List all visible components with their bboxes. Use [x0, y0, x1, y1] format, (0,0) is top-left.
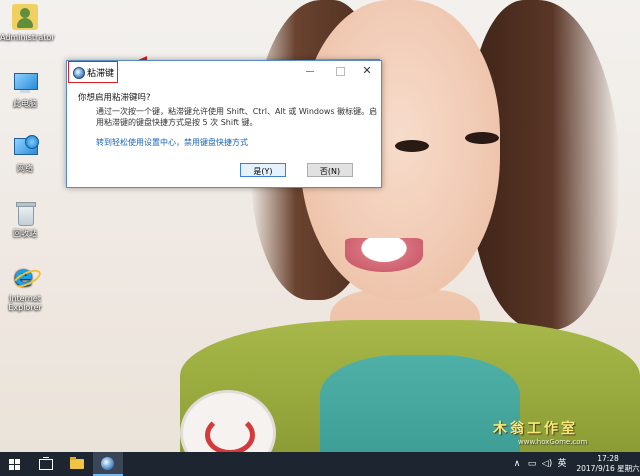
no-button[interactable]: 否(N) — [307, 163, 353, 177]
desktop-icon-label: 此电脑 — [13, 99, 37, 108]
speaker-icon: ◁) — [541, 459, 553, 469]
desktop-icon-label: Administrator — [0, 33, 55, 42]
wallpaper-eye-right — [465, 132, 499, 144]
clock-date: 2017/9/16 星期六 — [576, 464, 640, 473]
show-hidden-icons-button[interactable]: ∧ — [512, 458, 522, 470]
desktop-icon-label: Internet Explorer — [8, 294, 42, 312]
computer-icon — [12, 70, 38, 96]
file-explorer-button[interactable] — [62, 452, 92, 476]
task-view-icon — [39, 457, 53, 470]
minimize-button[interactable] — [297, 63, 323, 79]
task-view-button[interactable] — [30, 452, 60, 476]
annotation-highlight-box — [68, 61, 118, 83]
ease-of-access-icon — [101, 457, 114, 470]
wallpaper-smile — [345, 238, 423, 272]
internet-explorer-icon — [12, 261, 38, 291]
desktop-icon-administrator[interactable]: Administrator — [0, 4, 55, 42]
windows-logo-icon — [9, 459, 20, 470]
minimize-icon — [306, 71, 314, 72]
input-method-indicator[interactable]: 英 — [556, 458, 568, 470]
volume-tray-button[interactable]: ◁) — [541, 458, 553, 470]
watermark-text: 木翁工作室 — [493, 421, 578, 437]
wallpaper-shirt — [320, 355, 520, 452]
user-folder-icon — [12, 4, 38, 30]
dialog-body-text: 通过一次按一个键，粘滞键允许使用 Shift、Ctrl、Alt 或 Window… — [96, 107, 378, 127]
desktop-icon-label: 回收站 — [13, 229, 37, 238]
desktop-icon-network[interactable]: 网络 — [0, 135, 50, 173]
dialog-question: 你想启用粘滞键吗? — [78, 93, 151, 103]
network-status-icon: ▭ — [527, 459, 537, 469]
maximize-button[interactable] — [327, 63, 353, 79]
wallpaper-badge-logo — [205, 415, 255, 452]
taskbar-clock[interactable]: 17:28 2017/9/16 星期六 — [576, 454, 640, 474]
desktop-icon-this-pc[interactable]: 此电脑 — [0, 70, 50, 108]
network-icon — [12, 135, 39, 161]
yes-button[interactable]: 是(Y) — [240, 163, 286, 177]
desktop-icon-label: 网络 — [17, 164, 33, 173]
network-tray-button[interactable]: ▭ — [526, 458, 538, 470]
close-button[interactable]: ✕ — [354, 63, 380, 79]
desktop-icon-recycle-bin[interactable]: 回收站 — [0, 200, 50, 238]
watermark-url: www.hoxGome.com — [518, 438, 588, 446]
recycle-bin-icon — [12, 200, 38, 226]
desktop-icon-internet-explorer[interactable]: Internet Explorer — [0, 261, 50, 312]
close-icon: ✕ — [362, 64, 372, 77]
ease-of-access-settings-link[interactable]: 转到轻松使用设置中心，禁用键盘快捷方式 — [96, 137, 248, 148]
start-button[interactable] — [0, 452, 30, 476]
folder-icon — [70, 457, 84, 469]
maximize-icon — [336, 67, 345, 76]
taskbar: ∧ ▭ ◁) 英 17:28 2017/9/16 星期六 — [0, 452, 640, 476]
sticky-keys-taskbar-button[interactable] — [93, 452, 123, 476]
wallpaper-eye-left — [395, 140, 429, 152]
clock-time: 17:28 — [597, 454, 619, 463]
chevron-up-icon: ∧ — [513, 459, 521, 469]
